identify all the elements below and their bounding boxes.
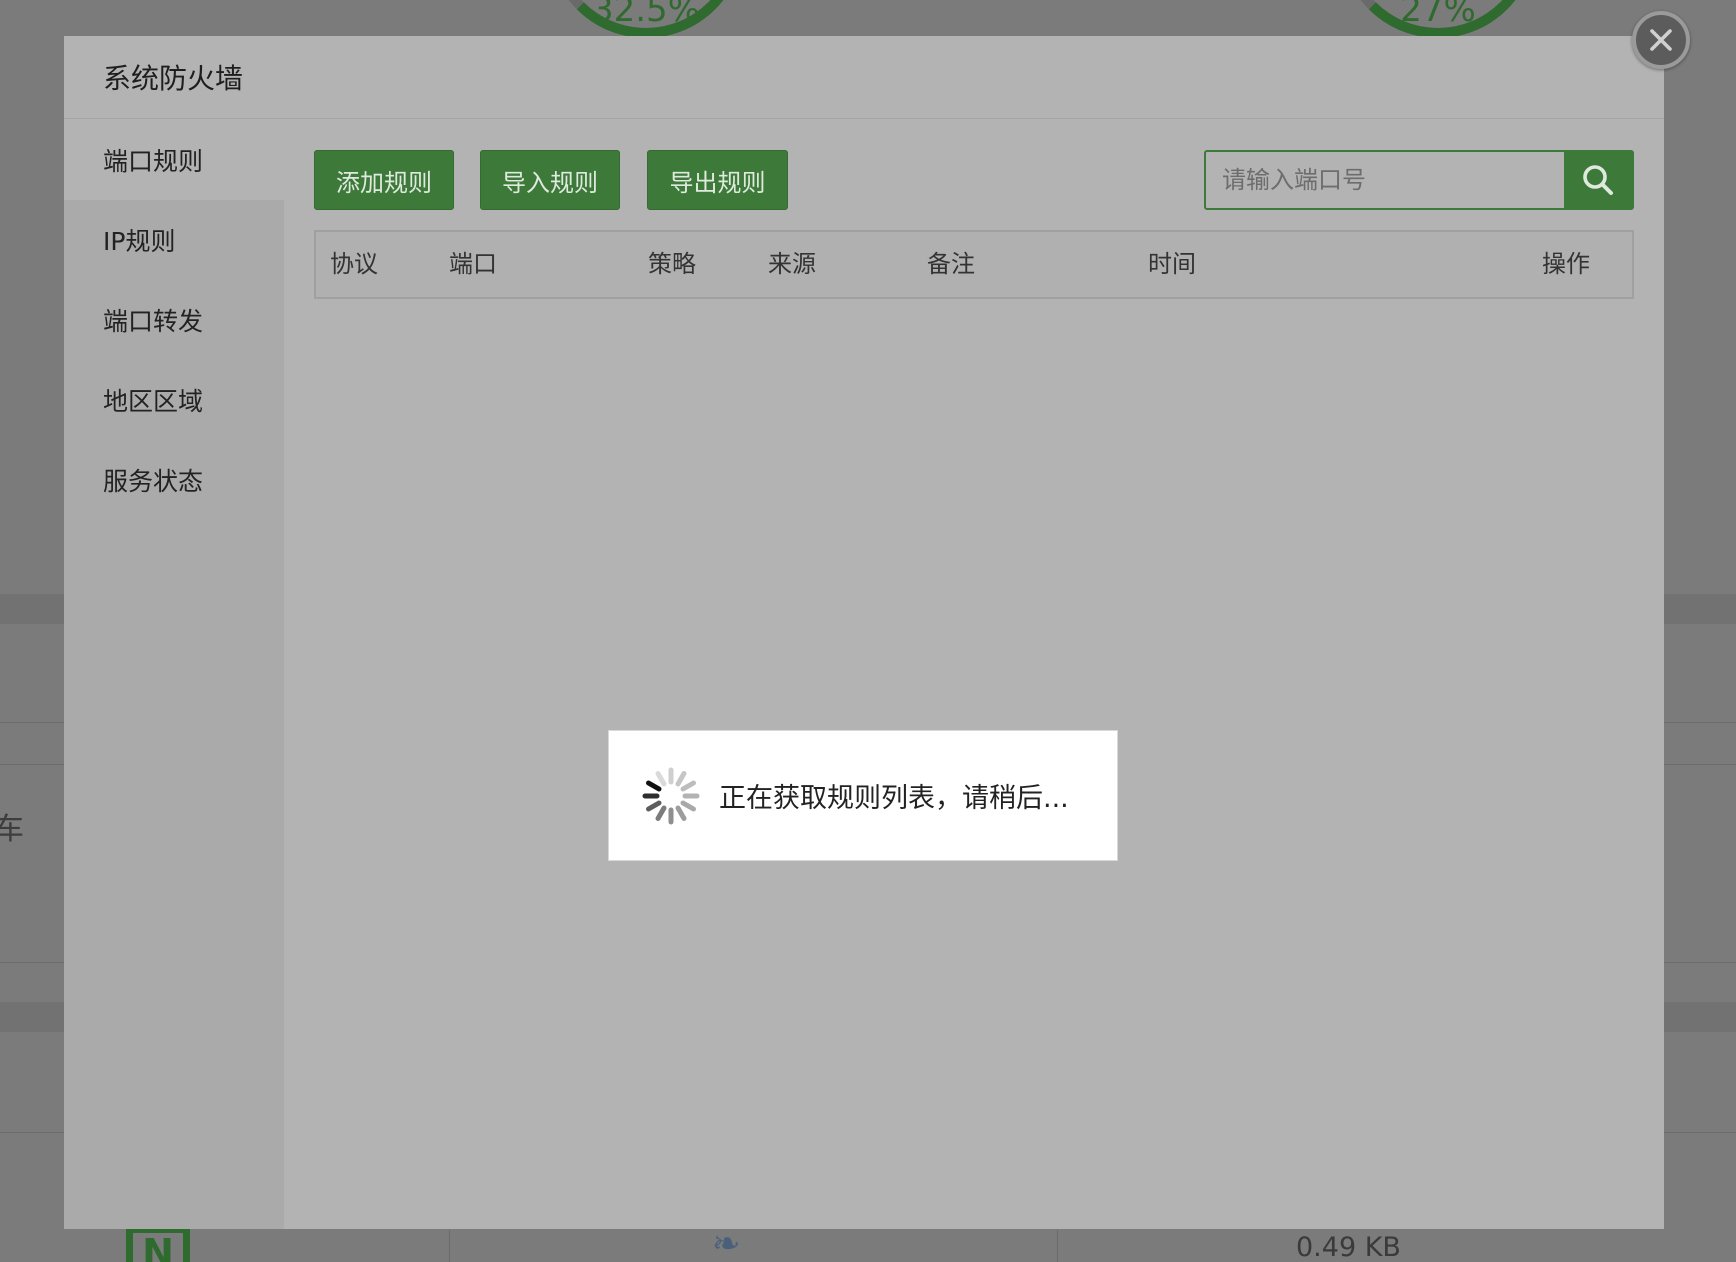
nginx-logo: N	[126, 1226, 190, 1262]
memory-gauge: 27%	[1340, 0, 1536, 38]
gauge-value-right: 27%	[1400, 0, 1476, 30]
sidebar-item-port-forward[interactable]: 端口转发	[64, 280, 284, 360]
column-remark: 备注	[927, 250, 975, 278]
column-policy: 策略	[648, 250, 696, 278]
add-rule-button[interactable]: 添加规则	[314, 150, 454, 210]
column-actions: 操作	[1542, 250, 1590, 278]
spinner-icon	[642, 767, 700, 824]
export-rule-button[interactable]: 导出规则	[647, 150, 788, 210]
import-rule-button[interactable]: 导入规则	[480, 150, 620, 210]
sidebar-item-service-status[interactable]: 服务状态	[64, 440, 284, 520]
dialog-title: 系统防火墙	[103, 62, 244, 95]
port-search-input[interactable]	[1206, 152, 1564, 208]
sidebar-item-region[interactable]: 地区区域	[64, 360, 284, 440]
close-dialog-button[interactable]	[1632, 11, 1690, 69]
firewall-sidebar: 端口规则 IP规则 端口转发 地区区域 服务状态	[64, 120, 284, 1229]
column-source: 来源	[768, 250, 816, 278]
background-traffic-value: 0.49 KB	[1296, 1232, 1401, 1262]
loading-message: 正在获取规则列表，请稍后...	[719, 783, 1069, 814]
sidebar-item-port-rules[interactable]: 端口规则	[64, 120, 284, 200]
firewall-dialog: 系统防火墙 端口规则 IP规则 端口转发 地区区域 服务状态 添加规则 导入规则…	[64, 36, 1664, 1229]
mysql-logo-icon: ❧	[712, 1224, 741, 1262]
close-icon	[1650, 29, 1672, 51]
rules-table-header: 协议 端口 策略 来源 备注 时间 操作	[314, 230, 1634, 299]
cpu-gauge: 32.5%	[548, 0, 744, 38]
gauge-value-left: 32.5%	[591, 0, 700, 30]
port-rules-panel: 添加规则 导入规则 导出规则 协议 端口 策略 来源	[314, 120, 1634, 1229]
background-divider	[449, 1230, 450, 1262]
background-divider	[1057, 1230, 1058, 1262]
dialog-header: 系统防火墙	[64, 36, 1664, 119]
column-protocol: 协议	[330, 250, 378, 278]
background-partial-label: 车	[0, 812, 24, 847]
dialog-body: 端口规则 IP规则 端口转发 地区区域 服务状态 添加规则 导入规则 导出规则	[64, 120, 1664, 1229]
column-time: 时间	[1148, 250, 1196, 278]
loading-toast: 正在获取规则列表，请稍后...	[608, 730, 1118, 861]
port-search	[1204, 150, 1634, 210]
column-port: 端口	[449, 250, 497, 278]
rules-toolbar: 添加规则 导入规则 导出规则	[314, 150, 1634, 210]
sidebar-item-ip-rules[interactable]: IP规则	[64, 200, 284, 280]
search-icon	[1583, 165, 1613, 195]
search-button[interactable]	[1564, 152, 1632, 208]
